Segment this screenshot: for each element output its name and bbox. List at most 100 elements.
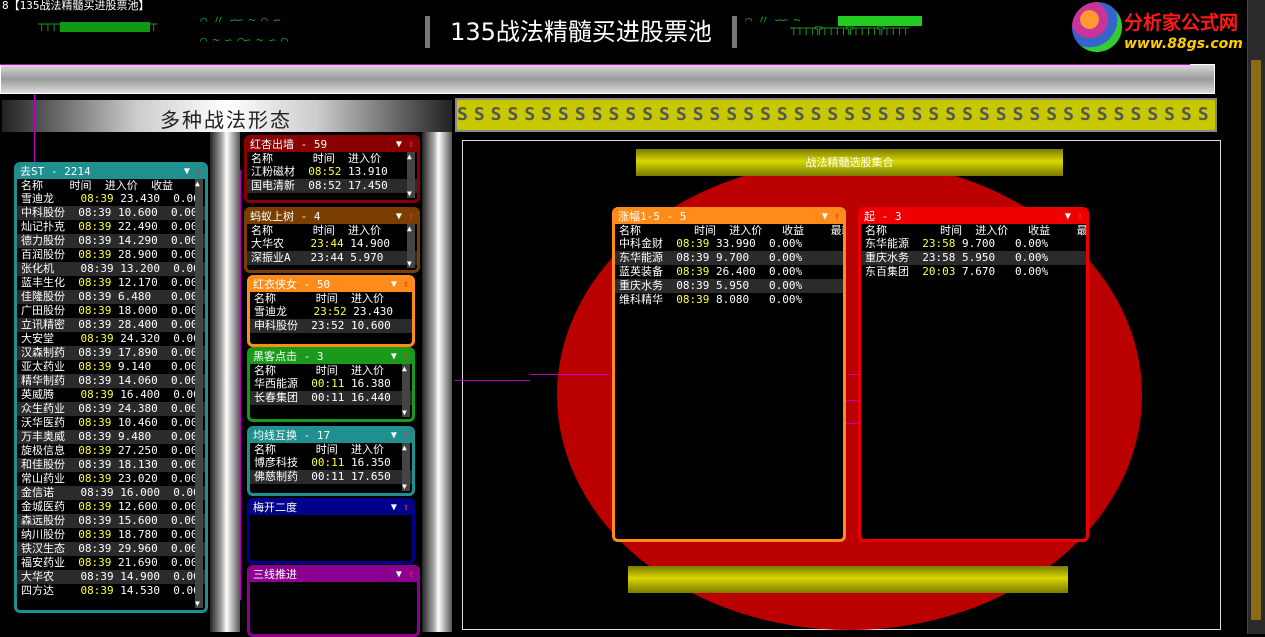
time-cell: 08:39 <box>676 265 716 278</box>
stock-name-cell: 中科金财 <box>619 237 677 250</box>
table-row[interactable]: 佛慈制药 00:11 17.650 <box>250 470 412 484</box>
panel-header[interactable]: 红杏出墙 - 59 ▼ ⇧ <box>247 138 417 152</box>
table-row[interactable]: 中科股份 08:39 10.600 0.00 <box>17 206 205 220</box>
table-row[interactable]: 大华农 23:44 14.900 <box>247 237 417 251</box>
table-row[interactable]: 博彦科技 00:11 16.350 <box>250 456 412 470</box>
table-row[interactable]: 亚太药业 08:39 9.140 0.00 <box>17 360 205 374</box>
table-row[interactable]: 英威腾 08:39 16.400 0.00 <box>17 388 205 402</box>
panel-header[interactable]: 蚂蚁上树 - 4 ▼ ⇧ <box>247 210 417 224</box>
table-row[interactable]: 森远股份 08:39 15.600 0.00 <box>17 514 205 528</box>
table-row[interactable]: 纳川股份 08:39 18.780 0.00 <box>17 528 205 542</box>
panel-scrollbar[interactable] <box>402 364 410 417</box>
stock-name-cell: 张化机 <box>21 262 81 275</box>
table-row[interactable]: 张化机 08:39 13.200 0.00 <box>17 262 205 276</box>
panel-menu-icon[interactable]: ▼ ⇧ <box>391 429 409 443</box>
table-row[interactable]: 江粉磁材 08:52 13.910 <box>247 165 417 179</box>
panel-header[interactable]: 红衣侠女 - 50 ▼ ⇧ <box>250 278 412 292</box>
table-row[interactable]: 铁汉生态 08:39 29.960 0.00 <box>17 542 205 556</box>
table-row[interactable]: 雪迪龙 23:52 23.430 <box>250 305 412 319</box>
panel-header[interactable]: 涨幅1-5 - 5 ▼ ⇧ <box>615 210 843 224</box>
page-scrollbar[interactable] <box>1247 0 1265 634</box>
panel-header[interactable]: 梅开二度 ▼ ⇧ <box>250 501 412 515</box>
table-row[interactable]: 万丰奥威 08:39 9.480 0.00 <box>17 430 205 444</box>
panel-menu-icon[interactable]: ▼ ⇧ <box>1065 210 1083 224</box>
time-cell: 08:39 <box>78 472 118 485</box>
table-row[interactable]: 深振业A 23:44 5.970 <box>247 251 417 265</box>
table-row[interactable]: 金信诺 08:39 16.000 0.00 <box>17 486 205 500</box>
table-row[interactable]: 德力股份 08:39 14.290 0.00 <box>17 234 205 248</box>
panel-scrollbar[interactable] <box>407 152 415 198</box>
panel-header[interactable]: 三线推进 ▼ ⇧ <box>250 568 417 582</box>
time-cell: 08:39 <box>80 570 121 583</box>
table-row[interactable]: 重庆水务 08:39 5.950 0.00% <box>615 279 843 293</box>
table-row[interactable]: 蓝英装备 08:39 26.400 0.00% <box>615 265 843 279</box>
table-row[interactable]: 蓝丰生化 08:39 12.170 0.00 <box>17 276 205 290</box>
gain-cell: 0.00% <box>768 251 809 264</box>
panel-mayi[interactable]: 蚂蚁上树 - 4 ▼ ⇧ 名称 时间 进入价 大华农 23:44 14.900 深… <box>244 207 420 273</box>
table-row[interactable]: 旋极信息 08:39 27.250 0.00 <box>17 444 205 458</box>
panel-hongxing[interactable]: 红杏出墙 - 59 ▼ ⇧ 名称 时间 进入价 江粉磁材 08:52 13.910… <box>244 135 420 203</box>
collection-bottom-bar <box>628 566 1068 593</box>
price-cell: 9.700 <box>716 251 769 264</box>
table-row[interactable]: 常山药业 08:39 23.020 0.00 <box>17 472 205 486</box>
table-row[interactable]: 立讯精密 08:39 28.400 0.00 <box>17 318 205 332</box>
table-row[interactable]: 大安堂 08:39 24.320 0.00 <box>17 332 205 346</box>
panel-menu-icon[interactable]: ▼ ⇧ <box>391 350 409 364</box>
panel-zhangfu[interactable]: 涨幅1-5 - 5 ▼ ⇧ 名称 时间 进入价 收益 最新 中科金财 08:39 … <box>612 207 846 542</box>
panel-menu-icon[interactable]: ▼ ⇧ <box>396 138 414 152</box>
panel-header[interactable]: 黑客点击 - 3 ▼ ⇧ <box>250 350 412 364</box>
table-row[interactable]: 重庆水务 23:58 5.950 0.00% <box>861 251 1086 265</box>
panel-meikai[interactable]: 梅开二度 ▼ ⇧ <box>247 498 415 564</box>
time-cell: 08:39 <box>676 279 716 292</box>
panel-heike[interactable]: 黑客点击 - 3 ▼ ⇧ 名称 时间 进入价 华西能源 00:11 16.380 … <box>247 347 415 422</box>
table-row[interactable]: 长春集团 00:11 16.440 <box>250 391 412 405</box>
panel-scrollbar[interactable] <box>402 443 410 491</box>
table-row[interactable]: 华西能源 00:11 16.380 <box>250 377 412 391</box>
panel-qi[interactable]: 起 - 3 ▼ ⇧ 名称 时间 进入价 收益 最新 东华能源 23:58 9.70… <box>858 207 1089 542</box>
panel-junxian[interactable]: 均线互换 - 17 ▼ ⇧ 名称 时间 进入价 博彦科技 00:11 16.350… <box>247 426 415 496</box>
table-row[interactable]: 福安药业 08:39 21.690 0.00 <box>17 556 205 570</box>
table-row[interactable]: 中科金财 08:39 33.990 0.00% <box>615 237 843 251</box>
table-row[interactable]: 东华能源 08:39 9.700 0.00% <box>615 251 843 265</box>
table-row[interactable]: 雪迪龙 08:39 23.430 0.00 <box>17 192 205 206</box>
panel-menu-icon[interactable]: ▼ ⇧ <box>184 165 202 179</box>
panel-sanxian[interactable]: 三线推进 ▼ ⇧ <box>247 565 420 637</box>
table-row[interactable]: 和佳股份 08:39 18.130 0.00 <box>17 458 205 472</box>
site-logo[interactable]: 分析家公式网 www.88gs.com <box>1072 2 1260 56</box>
table-row[interactable]: 大华农 08:39 14.900 0.00 <box>17 570 205 584</box>
panel-menu-icon[interactable]: ▼ ⇧ <box>396 568 414 582</box>
price-cell: 9.140 <box>118 360 171 373</box>
table-row[interactable]: 精华制药 08:39 14.060 0.00 <box>17 374 205 388</box>
price-cell: 13.910 <box>348 165 395 178</box>
table-row[interactable]: 百润股份 08:39 28.900 0.00 <box>17 248 205 262</box>
scrollbar-thumb[interactable] <box>1251 60 1261 620</box>
table-row[interactable]: 佳隆股份 08:39 6.480 0.00 <box>17 290 205 304</box>
flower-logo-icon <box>1072 2 1122 52</box>
panel-hongyi[interactable]: 红衣侠女 - 50 ▼ ⇧ 名称 时间 进入价 雪迪龙 23:52 23.430 … <box>247 275 415 347</box>
panel-menu-icon[interactable]: ▼ ⇧ <box>396 210 414 224</box>
table-row[interactable]: 国电清新 08:52 17.450 <box>247 179 417 193</box>
table-row[interactable]: 东百集团 20:03 7.670 0.00% <box>861 265 1086 279</box>
table-row[interactable]: 申科股份 23:52 10.600 <box>250 319 412 333</box>
panel-menu-icon[interactable]: ▼ ⇧ <box>391 501 409 515</box>
table-row[interactable]: 四方达 08:39 14.530 0.00 <box>17 584 205 598</box>
panel-scrollbar[interactable] <box>195 179 203 608</box>
table-row[interactable]: 维科精华 08:39 8.080 0.00% <box>615 293 843 307</box>
price-cell: 5.970 <box>350 251 397 264</box>
table-row[interactable]: 汉森制药 08:39 17.890 0.00 <box>17 346 205 360</box>
left-section-header: 多种战法形态 <box>2 100 452 132</box>
panel-menu-icon[interactable]: ▼ ⇧ <box>391 278 409 292</box>
panel-header[interactable]: 起 - 3 ▼ ⇧ <box>861 210 1086 224</box>
table-row[interactable]: 东华能源 23:58 9.700 0.00% <box>861 237 1086 251</box>
table-row[interactable]: 广田股份 08:39 18.000 0.00 <box>17 304 205 318</box>
table-row[interactable]: 灿记扑克 08:39 22.490 0.00 <box>17 220 205 234</box>
table-row[interactable]: 众生药业 08:39 24.380 0.00 <box>17 402 205 416</box>
table-row[interactable]: 金城医药 08:39 12.600 0.00 <box>17 500 205 514</box>
panel-menu-icon[interactable]: ▼ ⇧ <box>822 210 840 224</box>
table-row[interactable]: 沃华医药 08:39 10.460 0.00 <box>17 416 205 430</box>
panel-header[interactable]: 去ST - 2214 ▼ ⇧ <box>17 165 205 179</box>
time-cell: 08:39 <box>78 248 118 261</box>
panel-scrollbar[interactable] <box>407 224 415 268</box>
panel-header[interactable]: 均线互换 - 17 ▼ ⇧ <box>250 429 412 443</box>
panel-quchu[interactable]: 去ST - 2214 ▼ ⇧ 名称 时间 进入价 收益 雪迪龙 08:39 23.… <box>14 162 208 613</box>
